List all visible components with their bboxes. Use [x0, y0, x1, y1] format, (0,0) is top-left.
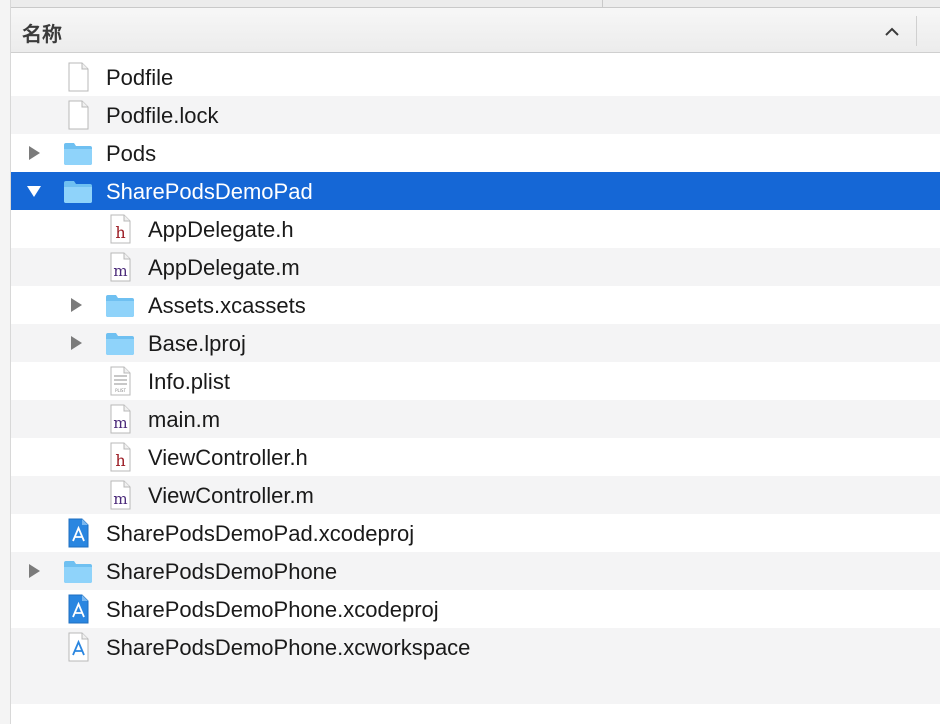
file-row[interactable]: Podfile.lock	[11, 96, 940, 134]
document-icon	[68, 62, 89, 92]
file-name: Podfile.lock	[106, 103, 219, 128]
chevron-up-icon[interactable]	[882, 22, 902, 42]
file-name: SharePodsDemoPhone.xcworkspace	[106, 635, 471, 660]
svg-text:m: m	[113, 414, 127, 432]
file-name: Pods	[106, 141, 157, 166]
disclosure-triangle-right-icon[interactable]	[26, 563, 42, 579]
plist-file-icon: PLIST	[110, 366, 131, 396]
file-name: Podfile	[106, 65, 174, 90]
xcodeproj-icon	[68, 518, 89, 548]
file-row[interactable]: m ViewController.m	[11, 476, 940, 514]
disclosure-triangle-right-icon[interactable]	[26, 145, 42, 161]
disclosure-triangle-down-icon[interactable]	[26, 183, 42, 199]
file-row[interactable]: SharePodsDemoPhone.xcodeproj	[11, 590, 940, 628]
svg-text:m: m	[113, 490, 127, 508]
file-name: Assets.xcassets	[148, 293, 306, 318]
file-row[interactable]: SharePodsDemoPad	[11, 172, 940, 210]
objc-source-file-icon: m	[110, 252, 131, 282]
header-file-icon: h	[110, 442, 131, 472]
file-row[interactable]: Podfile	[11, 58, 940, 96]
file-name: SharePodsDemoPhone.xcodeproj	[106, 597, 439, 622]
file-name: SharePodsDemoPad.xcodeproj	[106, 521, 415, 546]
file-row[interactable]: SharePodsDemoPhone.xcworkspace	[11, 628, 940, 666]
file-row[interactable]: Assets.xcassets	[11, 286, 940, 324]
file-row[interactable]: Base.lproj	[11, 324, 940, 362]
file-row[interactable]: PLIST Info.plist	[11, 362, 940, 400]
svg-text:PLIST: PLIST	[115, 388, 126, 393]
xcodeproj-icon	[68, 594, 89, 624]
disclosure-triangle-right-icon[interactable]	[68, 335, 84, 351]
folder-icon	[106, 333, 134, 355]
empty-row	[11, 666, 940, 704]
objc-source-file-icon: m	[110, 480, 131, 510]
file-row[interactable]: h AppDelegate.h	[11, 210, 940, 248]
folder-icon	[106, 295, 134, 317]
file-row[interactable]: SharePodsDemoPhone	[11, 552, 940, 590]
folder-icon	[64, 181, 92, 203]
svg-text:h: h	[115, 223, 125, 242]
folder-icon	[64, 561, 92, 583]
file-row[interactable]: h ViewController.h	[11, 438, 940, 476]
svg-text:h: h	[115, 451, 125, 470]
file-row[interactable]: m main.m	[11, 400, 940, 438]
file-name: Base.lproj	[148, 331, 246, 356]
disclosure-triangle-right-icon[interactable]	[68, 297, 84, 313]
file-list: Podfile Podfile.lock Pods SharePodsDemoPad h…	[11, 58, 940, 666]
file-name: SharePodsDemoPhone	[106, 559, 338, 584]
objc-source-file-icon: m	[110, 404, 131, 434]
toolbar-edge	[0, 0, 940, 8]
header-separator	[916, 16, 917, 46]
file-name: AppDelegate.h	[148, 217, 294, 242]
file-name: AppDelegate.m	[148, 255, 300, 280]
file-name: Info.plist	[148, 369, 230, 394]
file-name: main.m	[148, 407, 221, 432]
finder-window: 名称 Podfile Podfile.lock Pods SharePodsDemoP…	[0, 0, 940, 724]
file-name: SharePodsDemoPad	[106, 179, 313, 204]
folder-icon	[64, 143, 92, 165]
file-row[interactable]: m AppDelegate.m	[11, 248, 940, 286]
file-name: ViewController.h	[148, 445, 308, 470]
file-row[interactable]: Pods	[11, 134, 940, 172]
column-header[interactable]: 名称	[0, 8, 940, 53]
file-name: ViewController.m	[148, 483, 314, 508]
column-divider	[602, 0, 603, 7]
xcworkspace-icon	[68, 632, 89, 662]
sidebar-edge	[0, 0, 11, 724]
file-row[interactable]: SharePodsDemoPad.xcodeproj	[11, 514, 940, 552]
document-icon	[68, 100, 89, 130]
header-file-icon: h	[110, 214, 131, 244]
column-header-title[interactable]: 名称	[22, 18, 62, 47]
svg-text:m: m	[113, 262, 127, 280]
